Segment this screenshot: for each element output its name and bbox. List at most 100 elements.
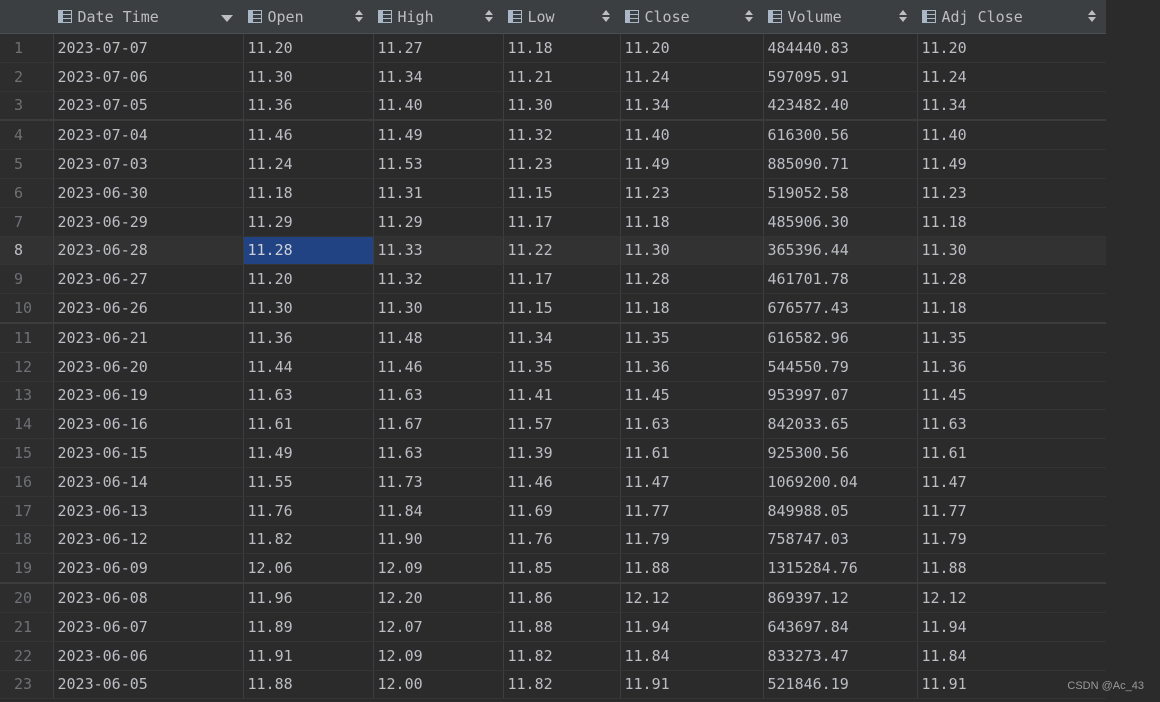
row-number[interactable]: 15 [0, 438, 54, 468]
cell-volume[interactable]: 842033.65 [763, 409, 918, 440]
cell-close[interactable]: 11.40 [620, 120, 764, 151]
row-number[interactable]: 10 [0, 293, 54, 324]
column-header-adj-close[interactable]: Adj Close [917, 0, 1107, 34]
table-row[interactable]: 5 2023-07-03 11.24 11.53 11.23 11.49 885090.71… [0, 149, 1107, 179]
cell-adj-close[interactable]: 11.61 [917, 438, 1107, 468]
table-row[interactable]: 11 2023-06-21 11.36 11.48 11.34 11.35 616582.9… [0, 322, 1107, 353]
cell-low[interactable]: 11.76 [503, 525, 621, 555]
table-row[interactable]: 19 2023-06-09 12.06 12.09 11.85 11.88 1315284.… [0, 553, 1107, 585]
cell-adj-close[interactable]: 11.30 [917, 236, 1107, 266]
cell-low[interactable]: 11.15 [503, 293, 621, 324]
cell-volume[interactable]: 643697.84 [763, 612, 918, 642]
cell-date-time[interactable]: 2023-06-29 [53, 207, 244, 237]
cell-high[interactable]: 12.07 [373, 612, 504, 642]
cell-date-time[interactable]: 2023-06-06 [53, 641, 244, 671]
cell-high[interactable]: 11.27 [373, 33, 504, 63]
row-number[interactable]: 20 [0, 583, 54, 613]
cell-volume[interactable]: 519052.58 [763, 178, 918, 208]
cell-volume[interactable]: 597095.91 [763, 62, 918, 92]
cell-open[interactable]: 11.96 [243, 583, 374, 613]
cell-date-time[interactable]: 2023-06-15 [53, 438, 244, 468]
cell-high[interactable]: 11.32 [373, 264, 504, 295]
table-row[interactable]: 2 2023-07-06 11.30 11.34 11.21 11.24 597095.91… [0, 62, 1107, 92]
sort-icon[interactable] [898, 10, 907, 22]
cell-close[interactable]: 11.79 [620, 525, 764, 555]
column-header-volume[interactable]: Volume [763, 0, 918, 34]
cell-high[interactable]: 11.40 [373, 91, 504, 122]
row-number[interactable]: 18 [0, 525, 54, 555]
cell-date-time[interactable]: 2023-06-07 [53, 612, 244, 642]
cell-volume[interactable]: 1315284.76 [763, 553, 918, 585]
cell-open[interactable]: 11.46 [243, 120, 374, 151]
cell-adj-close[interactable]: 11.49 [917, 149, 1107, 179]
cell-low[interactable]: 11.86 [503, 583, 621, 613]
cell-low[interactable]: 11.17 [503, 207, 621, 237]
cell-low[interactable]: 11.46 [503, 467, 621, 497]
cell-volume[interactable]: 1069200.04 [763, 467, 918, 497]
row-number[interactable]: 4 [0, 120, 54, 151]
row-number[interactable]: 21 [0, 612, 54, 642]
cell-low[interactable]: 11.88 [503, 612, 621, 642]
cell-high[interactable]: 11.63 [373, 438, 504, 468]
cell-open[interactable]: 11.24 [243, 149, 374, 179]
cell-date-time[interactable]: 2023-06-12 [53, 525, 244, 555]
cell-date-time[interactable]: 2023-07-05 [53, 91, 244, 122]
cell-adj-close[interactable]: 11.40 [917, 120, 1107, 151]
cell-volume[interactable]: 484440.83 [763, 33, 918, 63]
cell-high[interactable]: 11.29 [373, 207, 504, 237]
table-row[interactable]: 6 2023-06-30 11.18 11.31 11.15 11.23 519052.58… [0, 178, 1107, 208]
cell-low[interactable]: 11.82 [503, 670, 621, 700]
row-number[interactable]: 9 [0, 264, 54, 295]
column-header-open[interactable]: Open [243, 0, 374, 34]
cell-high[interactable]: 11.48 [373, 322, 504, 353]
row-number[interactable]: 2 [0, 62, 54, 92]
cell-volume[interactable]: 925300.56 [763, 438, 918, 468]
cell-date-time[interactable]: 2023-06-26 [53, 293, 244, 324]
cell-adj-close[interactable]: 11.35 [917, 322, 1107, 353]
cell-open[interactable]: 11.55 [243, 467, 374, 497]
cell-adj-close[interactable]: 11.47 [917, 467, 1107, 497]
cell-volume[interactable]: 849988.05 [763, 496, 918, 526]
table-row[interactable]: 17 2023-06-13 11.76 11.84 11.69 11.77 849988.0… [0, 496, 1107, 526]
row-number[interactable]: 11 [0, 322, 54, 353]
table-row[interactable]: 7 2023-06-29 11.29 11.29 11.17 11.18 485906.30… [0, 207, 1107, 237]
row-number[interactable]: 5 [0, 149, 54, 179]
cell-open[interactable]: 11.91 [243, 641, 374, 671]
cell-high[interactable]: 11.49 [373, 120, 504, 151]
table-row[interactable]: 10 2023-06-26 11.30 11.30 11.15 11.18 676577.4… [0, 293, 1107, 324]
row-number[interactable]: 6 [0, 178, 54, 208]
cell-low[interactable]: 11.34 [503, 322, 621, 353]
cell-high[interactable]: 11.30 [373, 293, 504, 324]
cell-high[interactable]: 11.90 [373, 525, 504, 555]
cell-adj-close[interactable]: 11.88 [917, 553, 1107, 585]
row-number[interactable]: 23 [0, 670, 54, 700]
cell-close[interactable]: 11.63 [620, 409, 764, 440]
cell-date-time[interactable]: 2023-06-05 [53, 670, 244, 700]
cell-volume[interactable]: 758747.03 [763, 525, 918, 555]
table-row[interactable]: 12 2023-06-20 11.44 11.46 11.35 11.36 544550.7… [0, 352, 1107, 382]
cell-high[interactable]: 11.53 [373, 149, 504, 179]
cell-close[interactable]: 11.28 [620, 264, 764, 295]
row-number[interactable]: 14 [0, 409, 54, 440]
cell-high[interactable]: 12.09 [373, 641, 504, 671]
row-number[interactable]: 16 [0, 467, 54, 497]
cell-low[interactable]: 11.21 [503, 62, 621, 92]
cell-volume[interactable]: 365396.44 [763, 236, 918, 266]
sort-icon[interactable] [1087, 10, 1096, 22]
cell-high[interactable]: 11.63 [373, 381, 504, 411]
cell-adj-close[interactable]: 11.23 [917, 178, 1107, 208]
cell-close[interactable]: 11.77 [620, 496, 764, 526]
cell-high[interactable]: 11.34 [373, 62, 504, 92]
cell-low[interactable]: 11.32 [503, 120, 621, 151]
cell-volume[interactable]: 616582.96 [763, 322, 918, 353]
column-header-date-time[interactable]: Date Time [53, 0, 244, 34]
cell-volume[interactable]: 953997.07 [763, 381, 918, 411]
cell-date-time[interactable]: 2023-06-14 [53, 467, 244, 497]
cell-close[interactable]: 11.23 [620, 178, 764, 208]
cell-low[interactable]: 11.41 [503, 381, 621, 411]
table-row[interactable]: 14 2023-06-16 11.61 11.67 11.57 11.63 842033.6… [0, 409, 1107, 440]
cell-adj-close[interactable]: 11.18 [917, 293, 1107, 324]
table-row[interactable]: 13 2023-06-19 11.63 11.63 11.41 11.45 953997.0… [0, 381, 1107, 411]
cell-open[interactable]: 11.89 [243, 612, 374, 642]
cell-high[interactable]: 12.09 [373, 553, 504, 585]
